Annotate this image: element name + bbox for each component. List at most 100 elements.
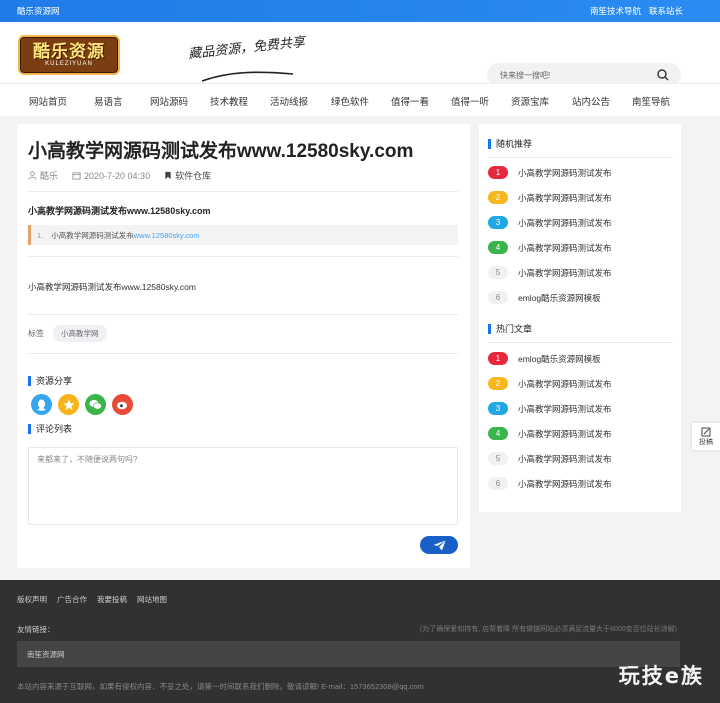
code-text: 小高教学网源码测试发布	[51, 230, 134, 240]
nav-item-home[interactable]: 网站首页	[29, 94, 67, 108]
rank-badge: 1	[488, 352, 508, 365]
search-input[interactable]	[500, 70, 640, 80]
rank-badge: 1	[488, 166, 508, 179]
date-meta: 2020-7-20 04:30	[72, 171, 150, 181]
tag-chip[interactable]: 小高教学网	[53, 325, 107, 342]
wechat-share-icon[interactable]	[85, 394, 106, 415]
list-item[interactable]: 4 小高教学网源码测试发布	[488, 421, 673, 446]
top-link-contact[interactable]: 联系站长	[649, 5, 683, 17]
footer-link-submit[interactable]: 我要投稿	[97, 594, 127, 605]
list-item[interactable]: 6 小高教学网源码测试发布	[488, 471, 673, 496]
article-meta: 酷乐 2020-7-20 04:30 软件仓库	[28, 169, 211, 182]
comment-input[interactable]	[28, 447, 458, 525]
category-link[interactable]: 软件仓库	[175, 169, 211, 182]
list-item-title[interactable]: 小高教学网源码测试发布	[518, 217, 612, 229]
divider	[28, 314, 458, 315]
rank-badge: 3	[488, 402, 508, 415]
list-item-title[interactable]: 小高教学网源码测试发布	[518, 242, 612, 254]
list-item-title[interactable]: emlog酷乐资源网模板	[518, 353, 601, 365]
nav-item-software[interactable]: 绿色软件	[331, 94, 369, 108]
nav-item-announcements[interactable]: 站内公告	[572, 94, 610, 108]
hot-list: 1 emlog酷乐资源网模板 2 小高教学网源码测试发布 3 小高教学网源码测试发布 …	[488, 346, 673, 496]
nav-item-source[interactable]: 网站源码	[150, 94, 188, 108]
qzone-share-icon[interactable]	[58, 394, 79, 415]
nav-item-tutorials[interactable]: 技术教程	[210, 94, 248, 108]
top-links: 南笙技术导航 联系站长	[590, 5, 683, 17]
hot-title: 热门文章	[496, 324, 533, 334]
list-item[interactable]: 3 小高教学网源码测试发布	[488, 210, 673, 235]
rank-badge: 5	[488, 452, 508, 465]
share-title: 资源分享	[36, 376, 73, 386]
share-buttons	[31, 394, 133, 415]
article-heading: 小高教学网源码测试发布www.12580sky.com	[28, 206, 211, 216]
rank-badge: 3	[488, 216, 508, 229]
logo-subtext: KULEZIYUAN	[45, 61, 93, 67]
qq-share-icon[interactable]	[31, 394, 52, 415]
article-body: 小高教学网源码测试发布www.12580sky.com	[28, 282, 196, 292]
header: 酷乐资源 KULEZIYUAN 藏品资源，免费共享	[0, 22, 720, 87]
rank-badge: 4	[488, 241, 508, 254]
nav-item-worth-hearing[interactable]: 值得一听	[451, 94, 489, 108]
rank-badge: 5	[488, 266, 508, 279]
site-name-link[interactable]: 酷乐资源网	[17, 5, 60, 17]
logo-text: 酷乐资源	[33, 42, 105, 62]
random-title: 随机推荐	[496, 139, 533, 149]
list-item-title[interactable]: 小高教学网源码测试发布	[518, 378, 612, 390]
category-meta: 软件仓库	[164, 169, 211, 182]
list-item[interactable]: 2 小高教学网源码测试发布	[488, 371, 673, 396]
heading-bar	[28, 375, 31, 386]
list-item[interactable]: 1 emlog酷乐资源网模板	[488, 346, 673, 371]
tags-row: 标签 小高教学网	[28, 325, 107, 342]
top-link-nav[interactable]: 南笙技术导航	[590, 5, 641, 17]
list-item[interactable]: 5 小高教学网源码测试发布	[488, 446, 673, 471]
list-item-title[interactable]: emlog酷乐资源网模板	[518, 292, 601, 304]
heading-bar	[488, 323, 491, 334]
site-logo[interactable]: 酷乐资源 KULEZIYUAN	[18, 35, 120, 75]
list-item[interactable]: 5 小高教学网源码测试发布	[488, 260, 673, 285]
footer-link-copyright[interactable]: 版权声明	[17, 594, 47, 605]
list-item-title[interactable]: 小高教学网源码测试发布	[518, 428, 612, 440]
nav-item-nansheng[interactable]: 南笙导航	[632, 94, 670, 108]
send-comment-button[interactable]	[420, 536, 458, 554]
list-item-title[interactable]: 小高教学网源码测试发布	[518, 453, 612, 465]
code-link[interactable]: www.12580sky.com	[134, 231, 200, 240]
watermark: 玩技e族	[618, 664, 704, 688]
nav-item-yiyuyan[interactable]: 易语言	[94, 94, 123, 108]
rank-badge: 6	[488, 291, 508, 304]
weibo-share-icon[interactable]	[112, 394, 133, 415]
footer-link-sitemap[interactable]: 网站地图	[137, 594, 167, 605]
list-item-title[interactable]: 小高教学网源码测试发布	[518, 192, 612, 204]
article-title: 小高教学网源码测试发布www.12580sky.com	[28, 141, 414, 162]
slogan-swoosh	[201, 71, 294, 82]
submit-post-label: 投稿	[699, 438, 713, 446]
friend-links-label: 友情链接：	[17, 625, 55, 634]
divider	[488, 157, 673, 158]
main-nav: 网站首页 易语言 网站源码 技术教程 活动线报 绿色软件 值得一看 值得一听 资…	[0, 83, 720, 116]
code-line-number: 1.	[37, 230, 44, 240]
nav-item-activities[interactable]: 活动线报	[270, 94, 308, 108]
comments-heading: 评论列表	[28, 422, 72, 435]
list-item-title[interactable]: 小高教学网源码测试发布	[518, 478, 612, 490]
code-block: 1. 小高教学网源码测试发布 www.12580sky.com	[28, 225, 458, 245]
rank-badge: 2	[488, 377, 508, 390]
list-item[interactable]: 6 emlog酷乐资源网模板	[488, 285, 673, 310]
divider	[488, 342, 673, 343]
share-heading: 资源分享	[28, 374, 72, 387]
nav-item-worth-seeing[interactable]: 值得一看	[391, 94, 429, 108]
heading-bar	[488, 138, 491, 149]
user-icon	[28, 171, 37, 180]
search-icon[interactable]	[657, 69, 669, 81]
top-bar: 酷乐资源网 南笙技术导航 联系站长	[0, 0, 720, 22]
footer-link-ads[interactable]: 广告合作	[57, 594, 87, 605]
list-item[interactable]: 3 小高教学网源码测试发布	[488, 396, 673, 421]
friend-link[interactable]: 南笙资源网	[27, 649, 65, 660]
list-item-title[interactable]: 小高教学网源码测试发布	[518, 167, 612, 179]
list-item[interactable]: 1 小高教学网源码测试发布	[488, 160, 673, 185]
list-item[interactable]: 2 小高教学网源码测试发布	[488, 185, 673, 210]
author-name[interactable]: 酷乐	[40, 169, 58, 182]
list-item[interactable]: 4 小高教学网源码测试发布	[488, 235, 673, 260]
submit-post-button[interactable]: 投稿	[692, 423, 720, 450]
nav-item-treasury[interactable]: 资源宝库	[511, 94, 549, 108]
list-item-title[interactable]: 小高教学网源码测试发布	[518, 403, 612, 415]
list-item-title[interactable]: 小高教学网源码测试发布	[518, 267, 612, 279]
